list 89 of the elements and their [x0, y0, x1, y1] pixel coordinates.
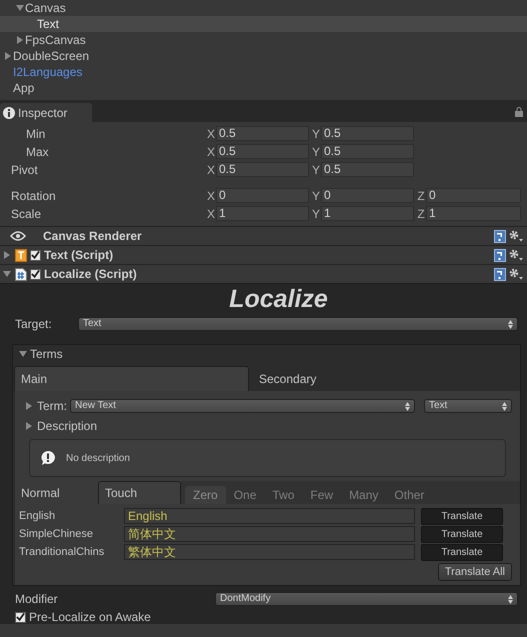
axis-label: X	[206, 162, 216, 178]
foldout-label[interactable]: Description	[37, 417, 98, 435]
term-dropdown[interactable]: New Text	[70, 399, 415, 413]
stepper-arrows-icon	[508, 594, 513, 604]
number-field[interactable]: 0	[216, 188, 309, 203]
number-field[interactable]: 1	[216, 206, 309, 221]
number-field[interactable]: 0.5	[216, 162, 309, 177]
axis-label: Y	[311, 188, 321, 204]
field-label: Max	[25, 144, 50, 160]
axis-label: X	[206, 188, 216, 204]
translation-field[interactable]: 简体中文	[124, 526, 415, 542]
foldout-arrow-icon[interactable]	[4, 52, 10, 60]
checkbox[interactable]	[15, 612, 26, 622]
text-letter-icon	[15, 248, 27, 262]
language-name: English	[19, 508, 56, 524]
number-field[interactable]: 0.5	[321, 162, 414, 177]
stepper-arrows-icon	[405, 402, 410, 410]
checkbox[interactable]	[30, 268, 41, 280]
eye-icon	[10, 231, 26, 241]
number-field[interactable]: 0	[321, 188, 414, 203]
number-field[interactable]: 0	[426, 188, 521, 203]
term-type-dropdown[interactable]: Text	[424, 399, 512, 413]
axis-label: X	[206, 144, 216, 160]
axis-label: Y	[311, 162, 321, 178]
language-name: TranditionalChins	[19, 544, 106, 560]
hierarchy-item[interactable]: DoubleScreen	[13, 47, 90, 65]
settings-icon[interactable]	[509, 230, 523, 242]
tab[interactable]: Secondary	[249, 366, 449, 391]
translate-button[interactable]: Translate	[421, 526, 503, 542]
checkbox[interactable]	[30, 250, 41, 260]
axis-label: Z	[416, 188, 426, 204]
number-field[interactable]: 0.5	[216, 126, 309, 141]
number-field[interactable]: 1	[321, 206, 414, 221]
number-field[interactable]: 1	[426, 206, 521, 221]
axis-label: X	[206, 126, 216, 142]
script-file-icon	[15, 268, 27, 280]
foldout-arrow-icon[interactable]	[26, 402, 32, 410]
exclamation-speech-bubble-icon	[40, 450, 56, 466]
lock-icon[interactable]	[515, 107, 523, 118]
field-label: Target:	[15, 316, 53, 333]
axis-label: Y	[311, 206, 321, 222]
hierarchy-item[interactable]: FpsCanvas	[25, 31, 86, 49]
info-icon	[3, 106, 15, 118]
tab[interactable]: Normal	[15, 481, 98, 504]
field-label: Pivot	[10, 162, 39, 178]
foldout-label[interactable]: Terms	[30, 345, 63, 363]
settings-icon[interactable]	[509, 268, 523, 280]
translate-all-button[interactable]: Translate All	[438, 563, 512, 581]
field-label: Scale	[10, 206, 42, 222]
help-book-icon[interactable]	[494, 230, 506, 242]
inspector-tab[interactable]: Inspector	[0, 103, 92, 122]
number-field[interactable]: 0.5	[216, 144, 309, 159]
help-message: No description	[66, 452, 130, 466]
hierarchy-item[interactable]: App	[13, 79, 34, 97]
component-title: Localize (Script)	[44, 266, 137, 283]
field-label: Rotation	[10, 188, 57, 204]
stepper-arrows-icon	[502, 402, 507, 410]
component-title: Canvas Renderer	[43, 228, 142, 245]
foldout-arrow-icon[interactable]	[26, 422, 32, 430]
target-dropdown[interactable]: Text	[78, 317, 518, 331]
tab[interactable]: Touch	[98, 481, 181, 504]
translate-button[interactable]: Translate	[421, 544, 503, 560]
modifier-dropdown[interactable]: DontModify	[215, 592, 518, 606]
field-label: Term:	[37, 398, 67, 415]
help-book-icon[interactable]	[494, 268, 506, 280]
field-label: Modifier	[15, 591, 59, 608]
translation-field[interactable]: English	[124, 508, 415, 524]
stepper-arrows-icon	[508, 320, 513, 328]
foldout-arrow-icon[interactable]	[16, 36, 22, 44]
foldout-arrow-icon[interactable]	[18, 351, 26, 357]
number-field[interactable]: 0.5	[321, 144, 414, 159]
axis-label: Y	[311, 144, 321, 160]
language-name: SimpleChinese	[19, 526, 94, 542]
component-title: Text (Script)	[44, 247, 114, 264]
hierarchy-item[interactable]: I2Languages	[13, 63, 82, 81]
axis-label: Z	[416, 206, 426, 222]
number-field[interactable]: 0.5	[321, 126, 414, 141]
translation-field[interactable]: 繁体中文	[124, 544, 415, 560]
inspector-heading: Localize	[228, 284, 329, 314]
tab[interactable]: Main	[14, 366, 249, 391]
hierarchy-item[interactable]: Text	[37, 15, 60, 33]
axis-label: Y	[311, 126, 321, 142]
checkbox-label: Pre-Localize on Awake	[29, 609, 151, 626]
help-book-icon[interactable]	[494, 248, 506, 262]
field-label: Min	[25, 126, 46, 142]
hierarchy-item[interactable]: Canvas	[25, 0, 66, 17]
settings-icon[interactable]	[509, 249, 523, 261]
translate-button[interactable]: Translate	[421, 508, 503, 524]
axis-label: X	[206, 206, 216, 222]
